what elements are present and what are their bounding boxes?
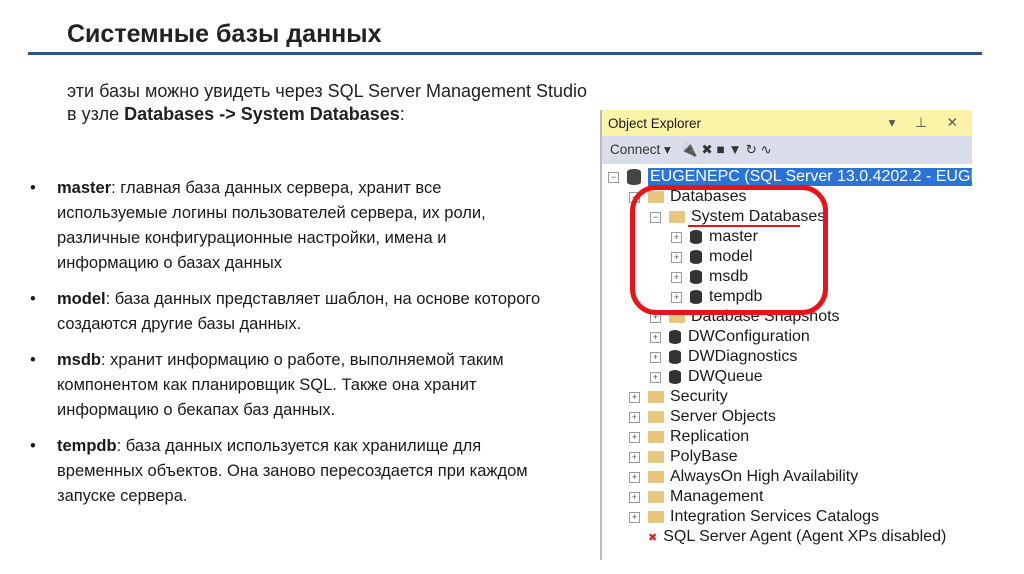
tree-node[interactable]: + Integration Services Catalogs: [629, 507, 879, 527]
tree-node-label: Security: [670, 388, 728, 405]
tree-node[interactable]: + DWConfiguration: [650, 327, 810, 347]
object-explorer-toolbar: Connect ▾ 🔌 ✖ ■ ▼ ↻ ∿: [602, 136, 972, 164]
bullet-msdb: msdb: хранит информацию о работе, выполн…: [30, 348, 550, 423]
panel-title: Object Explorer: [608, 115, 702, 131]
folder-icon: [648, 451, 664, 463]
folder-icon: [648, 471, 664, 483]
bullet-term: msdb: [57, 351, 102, 369]
tree-node[interactable]: ✖ SQL Server Agent (Agent XPs disabled): [629, 527, 946, 547]
bullet-text: : база данных представляет шаблон, на ос…: [57, 290, 541, 333]
tree-node[interactable]: + Replication: [629, 427, 749, 447]
highlight-underline: [688, 225, 800, 227]
subtitle-prefix: в узле: [67, 104, 125, 124]
subtitle-path: Databases -> System Databases: [124, 104, 400, 124]
tree-node[interactable]: − EUGENEPC (SQL Server 13.0.4202.2 - EUGE…: [608, 167, 972, 187]
tree-node-label: AlwaysOn High Availability: [670, 468, 859, 485]
tree-node[interactable]: + PolyBase: [629, 447, 738, 467]
tree-node-label: Replication: [670, 428, 750, 445]
subtitle-line1: эти базы можно увидеть через SQL Server …: [67, 81, 588, 101]
collapse-icon[interactable]: −: [608, 171, 619, 183]
folder-icon: [648, 491, 664, 503]
bullet-term: tempdb: [57, 437, 117, 455]
tree-node-label: PolyBase: [670, 448, 738, 465]
database-icon: [669, 330, 681, 344]
slide-title: Системные базы данных: [67, 20, 382, 48]
expand-icon[interactable]: +: [629, 411, 640, 423]
highlight-box: [630, 185, 828, 315]
tree-node[interactable]: + AlwaysOn High Availability: [629, 467, 858, 487]
title-divider: [28, 52, 982, 55]
expand-icon[interactable]: +: [629, 511, 640, 523]
window-controls[interactable]: ▾ ⊥ ✕: [889, 115, 966, 131]
folder-icon: [648, 431, 664, 443]
bullet-text: : хранит информацию о работе, выполняемо…: [57, 351, 504, 419]
expand-icon[interactable]: +: [650, 371, 661, 383]
tree-node-label: EUGENEPC (SQL Server 13.0.4202.2 - EUGEN…: [648, 168, 972, 186]
tree-node-label: DWConfiguration: [688, 328, 810, 345]
tree-node[interactable]: + DWDiagnostics: [650, 347, 797, 367]
subtitle-line2: в узле Databases -> System Databases:: [67, 103, 587, 126]
folder-icon: [648, 391, 664, 403]
tree-node-label: Integration Services Catalogs: [670, 508, 879, 525]
tree-node-label: Management: [670, 488, 764, 505]
bullet-text: : база данных используется как хранилище…: [57, 437, 528, 505]
database-icon: [669, 350, 681, 364]
tree-node-label: DWDiagnostics: [688, 348, 798, 365]
expand-icon[interactable]: +: [629, 471, 640, 483]
subtitle-suffix: :: [399, 104, 405, 124]
expand-icon[interactable]: +: [629, 431, 640, 443]
subtitle: эти базы можно увидеть через SQL Server …: [67, 80, 587, 126]
tree-node[interactable]: + DWQueue: [650, 367, 763, 387]
tree-node[interactable]: + Server Objects: [629, 407, 776, 427]
expand-icon[interactable]: +: [629, 451, 640, 463]
connect-button[interactable]: Connect ▾: [610, 142, 671, 158]
bullet-term: master: [57, 179, 112, 197]
agent-icon: ✖: [648, 531, 658, 544]
folder-icon: [648, 511, 664, 523]
bullet-term: model: [57, 290, 106, 308]
bullet-model: model: база данных представляет шаблон, …: [30, 287, 550, 337]
toolbar-icons[interactable]: 🔌 ✖ ■ ▼ ↻ ∿: [681, 142, 772, 158]
tree-node-label: DWQueue: [688, 368, 763, 385]
tree-node[interactable]: + Security: [629, 387, 728, 407]
bullet-tempdb: tempdb: база данных используется как хра…: [30, 434, 550, 509]
object-explorer-header: Object Explorer ▾ ⊥ ✕: [602, 110, 972, 136]
tree-node-label: SQL Server Agent (Agent XPs disabled): [663, 528, 947, 545]
bullet-text: : главная база данных сервера, хранит вс…: [57, 179, 486, 272]
expand-icon[interactable]: +: [629, 491, 640, 503]
folder-icon: [648, 411, 664, 423]
expand-icon[interactable]: +: [650, 331, 661, 343]
bullet-master: master: главная база данных сервера, хра…: [30, 176, 550, 276]
expand-icon[interactable]: +: [650, 351, 661, 363]
server-icon: [627, 169, 641, 185]
tree-node-label: Server Objects: [670, 408, 776, 425]
bullet-list: master: главная база данных сервера, хра…: [30, 176, 550, 520]
tree-node[interactable]: + Management: [629, 487, 763, 507]
database-icon: [669, 370, 681, 384]
expand-icon[interactable]: +: [629, 391, 640, 403]
